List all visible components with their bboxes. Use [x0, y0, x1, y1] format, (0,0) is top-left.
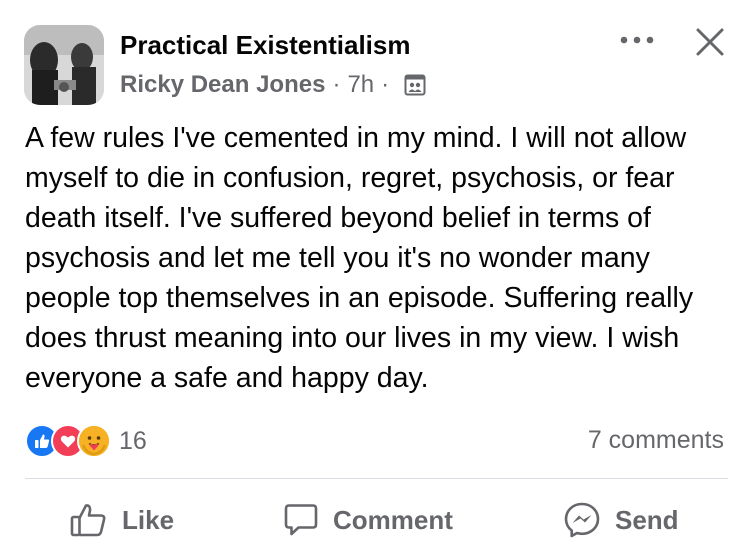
thumbs-up-icon [70, 504, 106, 537]
close-icon [696, 28, 724, 56]
post-meta: Ricky Dean Jones · 7h · [120, 71, 426, 99]
comment-button[interactable]: Comment [283, 498, 453, 542]
avatar-photo [24, 25, 104, 105]
group-name[interactable]: Practical Existentialism [120, 30, 410, 61]
post-text: A few rules I've cemented in my mind. I … [25, 122, 694, 394]
reactions-summary[interactable]: 16 [25, 424, 147, 458]
like-label: Like [122, 504, 175, 535]
author-name[interactable]: Ricky Dean Jones [120, 71, 325, 99]
action-divider [25, 478, 728, 479]
send-button[interactable]: Send [563, 498, 679, 542]
like-button[interactable]: Like [70, 498, 174, 542]
more-options-icon [620, 36, 654, 44]
close-button[interactable] [690, 22, 730, 62]
meta-separator: · [332, 71, 341, 98]
post-time[interactable]: 7h [347, 71, 374, 99]
comment-label: Comment [333, 504, 453, 535]
group-privacy-icon [404, 74, 426, 96]
care-reaction-icon [77, 424, 111, 458]
group-avatar[interactable] [24, 25, 104, 105]
comment-bubble-icon [284, 504, 318, 536]
messenger-icon [564, 502, 600, 538]
meta-separator: · [381, 71, 390, 98]
reaction-count: 16 [119, 426, 147, 455]
send-label: Send [615, 504, 679, 535]
comments-count-link[interactable]: 7 comments [588, 426, 724, 455]
more-options-button[interactable] [617, 28, 657, 52]
